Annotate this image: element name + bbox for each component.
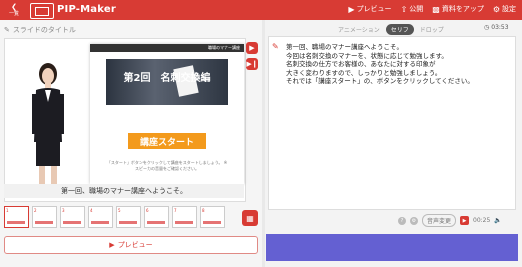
grid-view-button[interactable]: ▦ [242, 210, 258, 226]
timeline-bar [266, 234, 518, 261]
slide-title-placeholder: スライドのタイトル [12, 26, 76, 34]
preview-button[interactable]: ▶ プレビュー [4, 236, 258, 254]
slide-thumbnail[interactable]: 7 [172, 206, 197, 228]
slide-note: 「スタート」ボタンをクリックして講座をスタートしましょう。 ※スピーカの音量をご… [106, 160, 228, 171]
slide-thumbnail[interactable]: 1 [4, 206, 29, 228]
script-line: 今回は名刺交換のマナーを、状態に応じて勉強します。 [286, 51, 448, 60]
upload-icon: ▩ [432, 4, 440, 14]
tab-serif[interactable]: セリフ [385, 24, 414, 35]
script-line: 名刺交換の仕方でお客様の、あなたに対する印象が [286, 60, 436, 68]
slide-header-bar: 職場のマナー講座 [90, 44, 244, 52]
caption-bar: 第一回、職場のマナー講座へようこそ。 [4, 184, 244, 198]
app-title: PIP-Maker [57, 4, 116, 15]
slide-thumbnail[interactable]: 4 [88, 206, 113, 228]
slide-title-input[interactable]: ✎ スライドのタイトル [4, 24, 258, 36]
grid-icon: ▦ [246, 213, 254, 223]
slide-thumbnail[interactable]: 8 [200, 206, 225, 228]
step-forward-button[interactable]: ▶❙ [246, 58, 258, 70]
timer-value: 03:53 [491, 24, 509, 31]
clock-icon: ◷ [484, 24, 490, 31]
publish-label: 公開 [409, 5, 424, 13]
settings-button[interactable]: ⚙ 設定 [493, 4, 516, 14]
play-audio-button[interactable]: ▶ [460, 216, 470, 225]
voice-change-button[interactable]: 音声変更 [422, 214, 457, 227]
slide-heading: 第2回 名刺交換編 [123, 73, 211, 84]
slide-thumbnail-strip: 1 2 3 4 5 6 7 8 [4, 206, 236, 228]
slide-header-label: 職場のマナー講座 [208, 45, 240, 50]
settings-label: 設定 [502, 5, 516, 13]
play-icon: ▶ [348, 4, 355, 14]
script-text[interactable]: 第一回、職場のマナー講座へようこそ。 今回は名刺交換のマナーを、状態に応じて勉強… [286, 43, 512, 86]
step-forward-icon: ▶❙ [246, 60, 258, 68]
app-logo-icon [30, 3, 54, 19]
chevron-left-icon: ❮ [11, 2, 17, 11]
script-line: それでは「講座スタート」の、ボタンをクリックしてください。 [286, 77, 474, 85]
play-slide-button[interactable]: ▶ [246, 42, 258, 54]
preview-top-label: プレビュー [356, 5, 392, 13]
slide-thumbnail[interactable]: 2 [32, 206, 57, 228]
pencil-icon: ✎ [4, 26, 10, 34]
script-line: 大きく変わりますので、しっかりと勉強しましょう。 [286, 68, 442, 77]
publish-button[interactable]: ⇧ 公開 [401, 4, 424, 14]
settings-icon[interactable]: ⚙ [410, 216, 418, 225]
play-icon: ▶ [109, 241, 115, 249]
back-label: 一覧 [8, 10, 19, 17]
help-icon[interactable]: ? [398, 216, 406, 225]
upload-label: 資料をアップ [441, 5, 484, 13]
editor-tabs: アニメーション セリフ ドロップ [338, 24, 444, 35]
back-to-list-button[interactable]: ❮ 一覧 [4, 2, 24, 18]
top-bar: ❮ 一覧 PIP-Maker ▶ プレビュー ⇧ 公開 ▩ 資料をアップ ⚙ 設定 [0, 0, 522, 20]
share-icon: ⇧ [400, 4, 408, 14]
slide-thumbnail[interactable]: 5 [116, 206, 141, 228]
tab-drop[interactable]: ドロップ [420, 25, 444, 34]
audio-duration: 00:25 [473, 217, 491, 224]
preview-top-button[interactable]: ▶ プレビュー [348, 4, 391, 14]
upload-material-button[interactable]: ▩ 資料をアップ [432, 4, 484, 14]
slide-preview[interactable]: 職場のマナー講座 第2回 名刺交換編 講座スタート 「スタート」ボタンをクリック… [90, 44, 244, 184]
script-tools: ? ⚙ 音声変更 ▶ 00:25 🔈 [398, 214, 502, 227]
slide-thumbnail[interactable]: 6 [144, 206, 169, 228]
preview-label: プレビュー [117, 241, 153, 249]
tab-animation[interactable]: アニメーション [338, 25, 380, 34]
play-icon: ▶ [249, 44, 255, 52]
course-start-button[interactable]: 講座スタート [128, 133, 206, 149]
pencil-icon: ✎ [272, 42, 279, 51]
gear-icon: ⚙ [492, 4, 500, 14]
total-time: ◷ 03:53 [484, 24, 509, 31]
presenter-avatar [32, 63, 64, 189]
speaker-icon[interactable]: 🔈 [494, 217, 501, 224]
slide-thumbnail[interactable]: 3 [60, 206, 85, 228]
script-line: 第一回、職場のマナー講座へようこそ。 [286, 43, 403, 51]
